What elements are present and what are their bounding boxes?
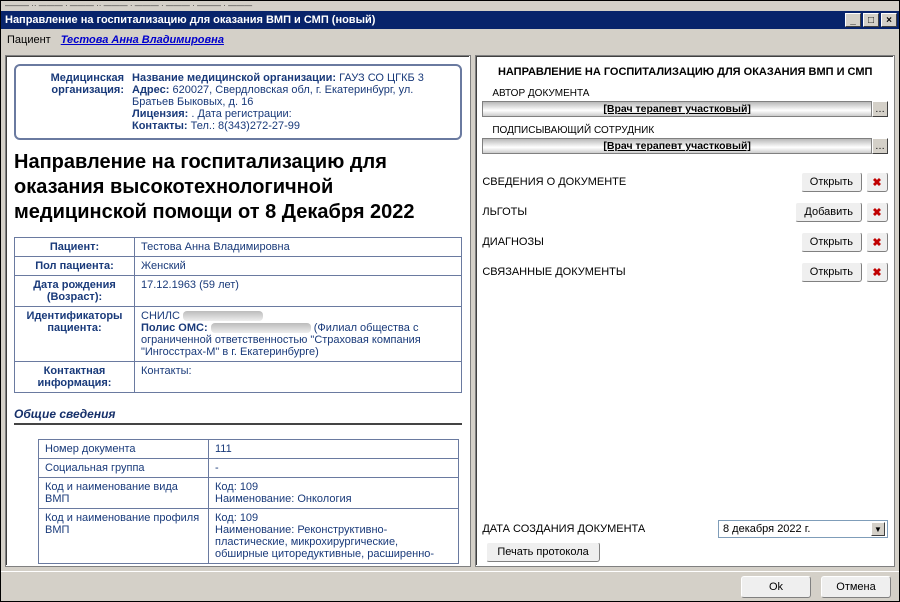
patient-bar: Пациент Тестова Анна Владимировна [1,29,899,51]
author-dropdown[interactable]: [Врач терапевт участковый] … [482,101,888,117]
right-title: НАПРАВЛЕНИЕ НА ГОСПИТАЛИЗАЦИЮ ДЛЯ ОКАЗАН… [482,60,888,86]
patient-label: Пациент [7,34,51,46]
close-button[interactable]: × [881,13,897,27]
org-value: Название медицинской организации: ГАУЗ С… [132,72,452,132]
footer: Ok Отмена [1,571,899,601]
minimize-button[interactable]: _ [845,13,861,27]
author-label: АВТОР ДОКУМЕНТА [492,88,888,99]
right-panel: НАПРАВЛЕНИЕ НА ГОСПИТАЛИЗАЦИЮ ДЛЯ ОКАЗАН… [475,55,895,567]
open-button[interactable]: Открыть [801,232,862,252]
add-button[interactable]: Добавить [795,202,862,222]
cancel-button[interactable]: Отмена [821,576,891,598]
delete-icon[interactable]: ✖ [866,202,888,222]
delete-icon[interactable]: ✖ [866,262,888,282]
row-linked: СВЯЗАННЫЕ ДОКУМЕНТЫ Открыть ✖ [482,260,888,284]
left-panel: Медицинская организация: Название медици… [5,55,471,567]
patient-table: Пациент:Тестова Анна Владимировна Пол па… [14,237,462,393]
date-label: ДАТА СОЗДАНИЯ ДОКУМЕНТА [482,523,718,535]
general-header: Общие сведения [14,407,462,425]
row-benefits: ЛЬГОТЫ Добавить ✖ [482,200,888,224]
menu-fragment: ——— ·· ——— · ——— ·· ——— · ——— · ——— · ——… [1,1,899,11]
window-title: Направление на госпитализацию для оказан… [5,14,843,26]
ok-button[interactable]: Ok [741,576,811,598]
ellipsis-icon[interactable]: … [872,101,888,117]
open-button[interactable]: Открыть [801,172,862,192]
document-title: Направление на госпитализацию для оказан… [14,150,462,225]
maximize-button[interactable]: □ [863,13,879,27]
org-box: Медицинская организация: Название медици… [14,64,462,140]
row-diagnoses: ДИАГНОЗЫ Открыть ✖ [482,230,888,254]
delete-icon[interactable]: ✖ [866,232,888,252]
print-button[interactable]: Печать протокола [486,542,599,562]
chevron-down-icon[interactable]: ▼ [871,522,885,536]
titlebar: Направление на госпитализацию для оказан… [1,11,899,29]
row-docinfo: СВЕДЕНИЯ О ДОКУМЕНТЕ Открыть ✖ [482,170,888,194]
org-label: Медицинская организация: [24,72,124,132]
signer-dropdown[interactable]: [Врач терапевт участковый] … [482,138,888,154]
ellipsis-icon[interactable]: … [872,138,888,154]
delete-icon[interactable]: ✖ [866,172,888,192]
general-table: Номер документа111 Социальная группа- Ко… [38,439,459,564]
open-button[interactable]: Открыть [801,262,862,282]
patient-link[interactable]: Тестова Анна Владимировна [61,34,224,46]
signer-label: ПОДПИСЫВАЮЩИЙ СОТРУДНИК [492,125,888,136]
date-select[interactable]: 8 декабря 2022 г. ▼ [718,520,888,538]
